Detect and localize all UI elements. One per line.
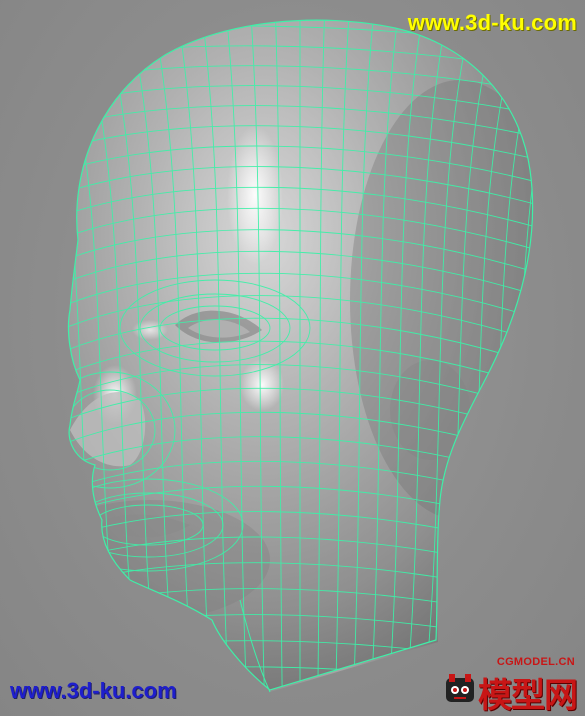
logo-big-text: 模型网: [478, 676, 578, 716]
watermark-top: www.3d-ku.com: [407, 10, 577, 35]
logo-small-text: CGMODEL.CN: [496, 656, 575, 668]
cgmodel-logo: CGMODEL.CN 模型网: [431, 656, 581, 716]
head-model-render: [67, 19, 534, 693]
viewport[interactable]: www.3d-ku.com www.3d-ku.com CGMODEL.CN 模…: [0, 0, 585, 716]
mesh-edge: [68, 20, 73, 690]
mesh-edge: [509, 20, 533, 690]
watermark-bottom: www.3d-ku.com: [10, 678, 177, 703]
mascot-icon: [446, 674, 474, 702]
